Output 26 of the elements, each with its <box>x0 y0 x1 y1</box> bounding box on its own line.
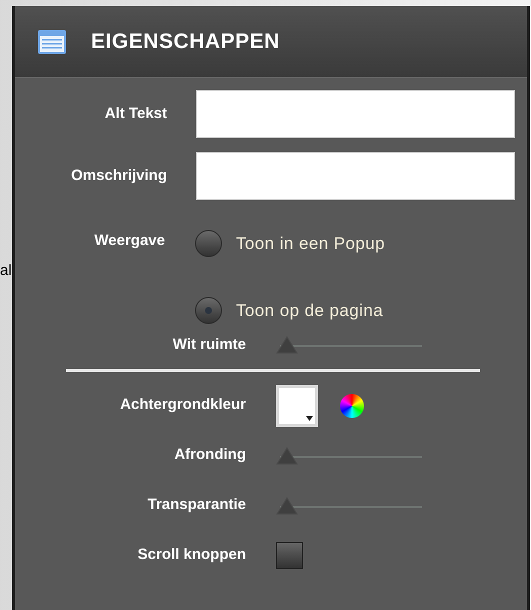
field-label: Transparantie <box>146 495 246 516</box>
slider-thumb[interactable] <box>276 496 298 514</box>
radio-button[interactable] <box>195 297 222 324</box>
color-wheel-icon[interactable] <box>340 394 364 418</box>
background-text: al <box>0 261 12 281</box>
field-label: Omschrijving <box>70 166 167 186</box>
field-label: Alt Tekst <box>104 104 167 124</box>
slider[interactable] <box>276 336 422 354</box>
list-icon <box>37 28 67 54</box>
slider-thumb[interactable] <box>276 446 298 464</box>
color-swatch[interactable] <box>276 384 318 426</box>
radio-button[interactable] <box>195 230 222 257</box>
radio-label: Toon op de pagina <box>236 300 384 322</box>
slider-thumb[interactable] <box>276 336 298 354</box>
slider[interactable] <box>276 496 422 514</box>
field-label: Weergave <box>93 231 165 251</box>
slider[interactable] <box>276 446 422 464</box>
text-field[interactable] <box>196 90 515 138</box>
text-field[interactable] <box>196 152 515 200</box>
field-label: Wit ruimte <box>172 335 246 355</box>
radio-label: Toon in een Popup <box>236 232 386 255</box>
panel-title: EIGENSCHAPPEN <box>91 28 280 55</box>
field-label: Afronding <box>173 445 246 466</box>
checkbox[interactable] <box>276 542 303 569</box>
field-label: Achtergrondkleur <box>119 395 246 416</box>
field-label: Scroll knoppen <box>136 545 246 566</box>
